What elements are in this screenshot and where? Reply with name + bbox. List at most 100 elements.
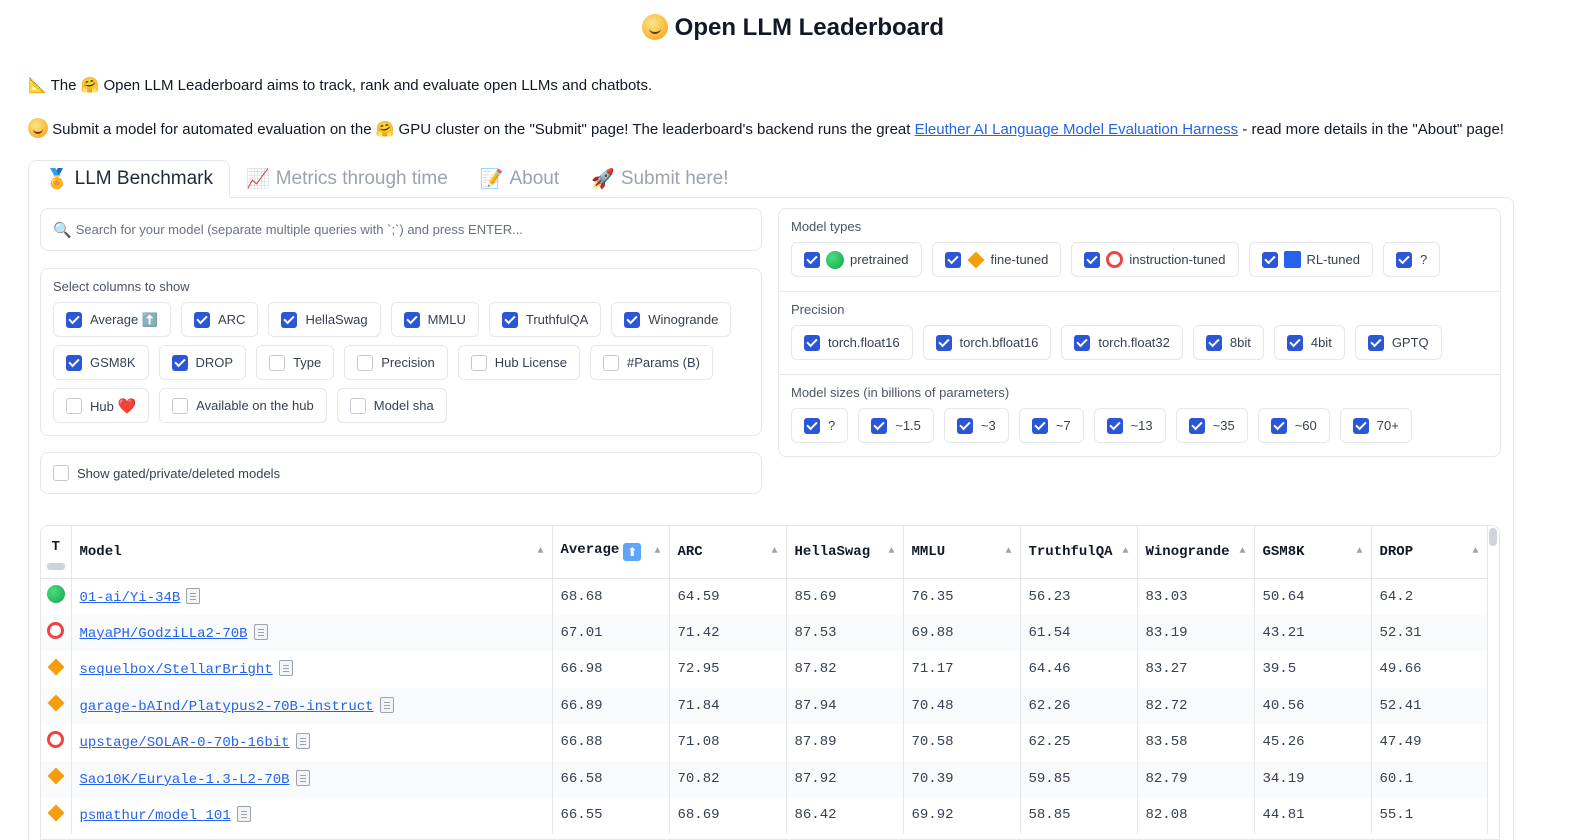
sort-icon[interactable]: ▲ <box>537 546 543 557</box>
sort-icon[interactable]: ▲ <box>1356 546 1362 557</box>
column-chip-available-on-the-hub[interactable]: Available on the hub <box>159 388 327 423</box>
column-chip-precision[interactable]: Precision <box>344 345 448 380</box>
column-resize-handle[interactable] <box>46 563 65 570</box>
eleuther-harness-link[interactable]: Eleuther AI Language Model Evaluation Ha… <box>915 121 1239 138</box>
tab-metrics-through-time[interactable]: 📈 Metrics through time <box>230 160 464 198</box>
model-type-chip-rl-tuned[interactable]: RL-tuned <box>1248 242 1373 277</box>
column-chip-model-sha[interactable]: Model sha <box>336 388 447 423</box>
precision-chip-torch-bfloat16[interactable]: torch.bfloat16 <box>922 325 1052 360</box>
precision-chip-8bit[interactable]: 8bit <box>1192 325 1264 360</box>
column-chip-hub-license[interactable]: Hub License <box>457 345 581 380</box>
column-chip-truthfulqa[interactable]: TruthfulQA <box>488 302 602 337</box>
checkbox[interactable] <box>1352 417 1369 434</box>
checkbox[interactable] <box>171 354 188 371</box>
column-chip-gsm8k[interactable]: GSM8K <box>53 345 149 380</box>
precision-chip-torch-float16[interactable]: torch.float16 <box>791 325 913 360</box>
tab-llm-benchmark[interactable]: 🏅 LLM Benchmark <box>28 160 231 198</box>
model-link[interactable]: upstage/SOLAR-0-70b-16bit <box>80 735 290 751</box>
checkbox[interactable] <box>172 397 189 414</box>
checkbox[interactable] <box>269 354 286 371</box>
checkbox[interactable] <box>944 251 961 268</box>
checkbox[interactable] <box>804 334 820 351</box>
header-mmlu[interactable]: MMLU ▲ <box>903 526 1021 579</box>
checkbox[interactable] <box>66 311 82 328</box>
column-chip-arc[interactable]: ARC <box>180 302 259 337</box>
header-drop[interactable]: DROP ▲ <box>1371 526 1488 579</box>
sort-icon[interactable]: ▲ <box>1005 546 1011 557</box>
model-type-chip-unknown[interactable]: ? <box>1382 242 1441 277</box>
sort-icon[interactable]: ▲ <box>771 546 777 557</box>
sort-icon[interactable]: ▲ <box>888 546 894 557</box>
model-type-chip-instruction-tuned[interactable]: instruction-tuned <box>1071 242 1239 277</box>
model-link[interactable]: Sao10K/Euryale-1.3-L2-70B <box>80 772 290 788</box>
tab-about[interactable]: 📝 About <box>464 160 575 198</box>
checkbox[interactable] <box>935 334 952 351</box>
size-chip-13[interactable]: ~13 <box>1093 408 1166 443</box>
checkbox[interactable] <box>956 417 973 434</box>
header-gsm8k[interactable]: GSM8K ▲ <box>1254 526 1372 579</box>
precision-chip-4bit[interactable]: 4bit <box>1273 325 1345 360</box>
model-type-chip-pretrained[interactable]: pretrained <box>791 242 922 277</box>
model-card-icon[interactable] <box>295 769 310 786</box>
size-chip-7[interactable]: ~7 <box>1018 408 1084 443</box>
column-chip-drop[interactable]: DROP <box>158 345 247 380</box>
size-chip-70[interactable]: 70+ <box>1339 408 1412 443</box>
checkbox[interactable] <box>603 354 620 371</box>
tab-submit[interactable]: 🚀 Submit here! <box>575 160 744 198</box>
model-link[interactable]: 01-ai/Yi-34B <box>80 590 181 606</box>
column-chip-mmlu[interactable]: MMLU <box>390 302 479 337</box>
checkbox[interactable] <box>66 354 82 371</box>
header-average[interactable]: Average ⬆ ▲ <box>552 526 670 579</box>
model-card-icon[interactable] <box>379 696 394 713</box>
checkbox[interactable] <box>1074 334 1091 351</box>
checkbox[interactable] <box>1367 334 1384 351</box>
checkbox[interactable] <box>1188 417 1205 434</box>
column-chip-average[interactable]: Average ⬆️ <box>53 302 171 337</box>
gated-toggle[interactable]: Show gated/private/deleted models <box>40 452 762 494</box>
model-link[interactable]: psmathur/model_101 <box>80 808 231 824</box>
model-card-icon[interactable] <box>236 806 251 823</box>
precision-chip-gptq[interactable]: GPTQ <box>1354 325 1442 360</box>
checkbox[interactable] <box>624 311 641 328</box>
model-link[interactable]: MayaPH/GodziLLa2-70B <box>80 626 248 642</box>
model-card-icon[interactable] <box>253 623 268 640</box>
sort-icon[interactable]: ▲ <box>654 546 660 557</box>
checkbox[interactable] <box>871 417 888 434</box>
size-chip-60[interactable]: ~60 <box>1257 408 1330 443</box>
checkbox[interactable] <box>470 354 487 371</box>
size-chip-35[interactable]: ~35 <box>1175 408 1248 443</box>
checkbox[interactable] <box>193 311 210 328</box>
checkbox[interactable] <box>357 354 374 371</box>
checkbox[interactable] <box>1106 417 1123 434</box>
size-chip-unknown[interactable]: ? <box>791 408 849 443</box>
model-card-icon[interactable] <box>295 733 310 750</box>
checkbox[interactable] <box>1205 334 1222 351</box>
checkbox[interactable] <box>804 417 820 434</box>
checkbox[interactable] <box>804 251 820 268</box>
model-type-chip-fine-tuned[interactable]: fine-tuned <box>931 242 1062 277</box>
checkbox[interactable] <box>1395 251 1412 268</box>
table-scrollbar[interactable] <box>1489 528 1497 546</box>
header-model[interactable]: Model ▲ <box>71 526 553 579</box>
checkbox[interactable] <box>1286 334 1303 351</box>
model-card-icon[interactable] <box>278 660 293 677</box>
column-chip-winogrande[interactable]: Winogrande <box>611 302 732 337</box>
checkbox[interactable] <box>1261 251 1278 268</box>
checkbox[interactable] <box>1031 417 1048 434</box>
checkbox[interactable] <box>403 311 420 328</box>
search-input[interactable] <box>75 222 749 237</box>
checkbox[interactable] <box>349 397 366 414</box>
sort-icon[interactable]: ▲ <box>1472 546 1478 557</box>
size-chip-1-5[interactable]: ~1.5 <box>858 408 934 443</box>
column-chip-hub[interactable]: Hub ❤️ <box>53 388 150 423</box>
checkbox[interactable] <box>501 311 518 328</box>
checkbox[interactable] <box>1084 251 1101 268</box>
header-winogrande[interactable]: Winogrande ▲ <box>1137 526 1255 579</box>
header-hellaswag[interactable]: HellaSwag ▲ <box>786 526 904 579</box>
precision-chip-torch-float32[interactable]: torch.float32 <box>1061 325 1183 360</box>
header-truthfulqa[interactable]: TruthfulQA ▲ <box>1020 526 1138 579</box>
sort-icon[interactable]: ▲ <box>1239 546 1245 557</box>
checkbox[interactable] <box>66 397 82 414</box>
checkbox[interactable] <box>281 311 298 328</box>
checkbox[interactable] <box>1270 417 1287 434</box>
